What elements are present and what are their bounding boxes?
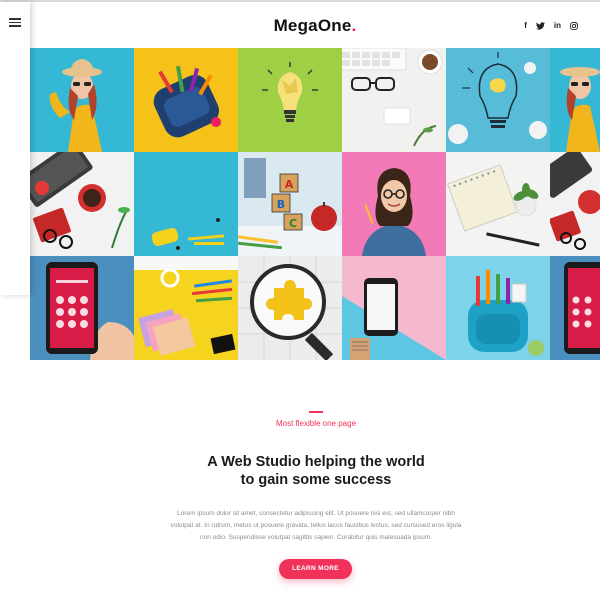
body-line-2: volutpat at. In rutrum, metus ut posuere… (170, 522, 462, 529)
accent-divider (309, 411, 323, 413)
section-eyebrow: Most flexible one page (275, 419, 357, 428)
gallery-tile-notebook-plant[interactable] (446, 152, 550, 256)
gallery-tile-woman-with-glasses[interactable] (342, 152, 446, 256)
svg-text:C: C (289, 217, 297, 230)
gallery-tile-woman-in-yellow-hat[interactable] (30, 48, 134, 152)
headline-line-1: A Web Studio helping the world (207, 454, 425, 470)
svg-text:B: B (277, 198, 285, 211)
gallery-tile-crumpled-lightbulb[interactable] (238, 48, 342, 152)
gallery-tile-phone-in-hand[interactable] (30, 256, 134, 360)
gallery-tile-keyboard-glasses-coffee[interactable] (342, 48, 446, 152)
linkedin-icon[interactable]: in (554, 22, 561, 32)
section-headline: A Web Studio helping the world to gain s… (0, 453, 600, 489)
twitter-icon[interactable] (535, 22, 545, 32)
site-header: MegaOne. f in (0, 2, 600, 48)
intro-section: Most flexible one page A Web Studio help… (0, 361, 600, 600)
gallery-tile-laptop-coffee-edge[interactable] (550, 152, 600, 256)
gallery-tile-woman-in-yellow-hat-edge[interactable] (550, 48, 600, 152)
section-body: Lorem ipsum dolor sit amet, consectetur … (160, 508, 472, 544)
gallery-tile-abc-blocks-apple[interactable]: ABC (238, 152, 342, 256)
gallery-tile-lightbulb-drawing[interactable] (446, 48, 550, 152)
gallery-tile-backpack-supplies[interactable] (134, 48, 238, 152)
hamburger-icon[interactable] (9, 18, 21, 27)
body-line-3: non odio. Suspendisse volutpat sagittis … (200, 534, 432, 541)
gallery-grid: ABC (30, 48, 600, 361)
gallery-tile-blue-backpack[interactable] (446, 256, 550, 360)
instagram-icon[interactable] (570, 22, 578, 32)
learn-more-button[interactable]: LEARN MORE (279, 559, 352, 579)
gallery-tile-blue-stationery[interactable] (134, 152, 238, 256)
headline-line-2: to gain some success (240, 472, 392, 488)
gallery-tile-yellow-stationery[interactable] (134, 256, 238, 360)
gallery-tile-puzzle-magnifier[interactable] (238, 256, 342, 360)
gallery-tile-phone-in-hand-edge[interactable] (550, 256, 600, 360)
social-links: f in (524, 22, 578, 32)
svg-text:A: A (285, 178, 294, 191)
facebook-icon[interactable]: f (524, 22, 527, 32)
brand-logo[interactable]: MegaOne. (0, 16, 600, 36)
body-line-1: Lorem ipsum dolor sit amet, consectetur … (177, 510, 455, 517)
side-menu-panel (0, 2, 30, 295)
brand-dot: . (351, 16, 357, 35)
gallery-tile-phone-on-pastel[interactable] (342, 256, 446, 360)
brand-name: MegaOne (273, 16, 352, 35)
gallery-tile-laptop-coffee[interactable] (30, 152, 134, 256)
